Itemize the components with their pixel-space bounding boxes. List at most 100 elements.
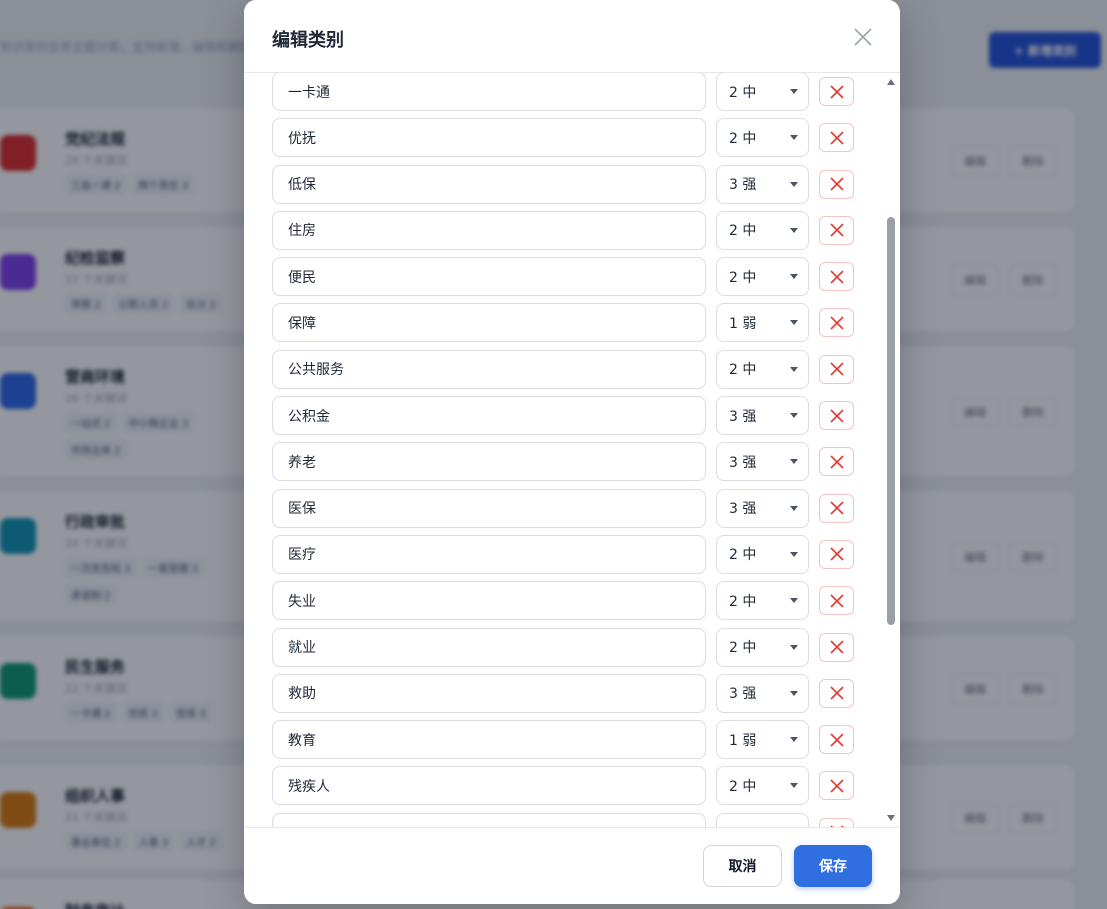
keyword-name-input[interactable] [272, 118, 706, 158]
close-x-icon [829, 362, 844, 376]
chevron-down-icon [790, 551, 798, 557]
weight-level-select[interactable]: 3 强 [716, 488, 809, 528]
keyword-name-input[interactable] [272, 673, 706, 713]
keyword-row: 2 中 [272, 581, 862, 627]
keyword-row: 1 弱 [272, 303, 862, 349]
weight-level-value: 3 强 [729, 177, 757, 194]
scroll-up-arrow-icon[interactable] [887, 79, 895, 85]
keyword-name-input[interactable] [272, 210, 706, 250]
weight-level-value: 2 中 [729, 130, 757, 147]
cancel-button[interactable]: 取消 [703, 845, 782, 887]
delete-keyword-button[interactable] [819, 447, 854, 477]
chevron-down-icon [790, 783, 798, 789]
close-x-icon [829, 223, 844, 237]
weight-level-select[interactable]: 3 强 [716, 673, 809, 713]
weight-level-select[interactable]: 2 中 [716, 766, 809, 806]
chevron-down-icon [790, 598, 798, 604]
delete-keyword-button[interactable] [819, 354, 854, 384]
keyword-name-input[interactable] [272, 164, 706, 204]
keyword-name-input[interactable] [272, 627, 706, 667]
delete-keyword-button[interactable] [819, 771, 854, 801]
keyword-name-input[interactable] [272, 534, 706, 574]
delete-keyword-button[interactable] [819, 262, 854, 292]
keyword-row: 2 中 [272, 766, 862, 812]
delete-keyword-button[interactable] [819, 493, 854, 523]
scroll-down-arrow-icon[interactable] [887, 815, 895, 821]
keyword-name-input[interactable] [272, 581, 706, 621]
weight-level-select[interactable]: 2 中 [716, 257, 809, 297]
weight-level-value: 1 弱 [729, 732, 757, 749]
weight-level-value: 3 强 [729, 686, 757, 703]
keyword-row: 2 中 [272, 349, 862, 396]
weight-level-select[interactable]: 2 中 [716, 581, 809, 621]
keyword-name-input[interactable] [272, 442, 706, 482]
delete-keyword-button[interactable] [819, 632, 854, 662]
keyword-name-input[interactable] [272, 766, 706, 806]
delete-keyword-button[interactable] [819, 169, 854, 199]
weight-level-select[interactable]: 2 中 [716, 210, 809, 250]
keyword-row: 3 强 [272, 396, 862, 442]
close-x-icon [829, 409, 844, 423]
save-button[interactable]: 保存 [794, 845, 872, 887]
delete-keyword-button[interactable] [819, 77, 854, 106]
weight-level-select[interactable]: 1 弱 [716, 720, 809, 760]
delete-keyword-button[interactable] [819, 678, 854, 708]
weight-level-select[interactable]: 3 强 [716, 396, 809, 436]
delete-keyword-button[interactable] [819, 308, 854, 338]
weight-level-select[interactable]: 3 强 [716, 164, 809, 204]
keyword-rows: 2 中 2 中 3 强 2 中 2 中 1 弱 2 中 3 强 3 强 3 强 2 中 2 中 2 中 3… [272, 73, 862, 827]
weight-level-select[interactable] [716, 812, 809, 827]
delete-keyword-button[interactable] [819, 401, 854, 431]
weight-level-select[interactable]: 1 弱 [716, 303, 809, 343]
weight-level-select[interactable]: 2 中 [716, 349, 809, 389]
keyword-row: 2 中 [272, 627, 862, 674]
keyword-name-input[interactable] [272, 396, 706, 436]
close-x-icon [829, 455, 844, 469]
keyword-name-input[interactable] [272, 812, 706, 827]
weight-level-select[interactable]: 2 中 [716, 73, 809, 111]
edit-category-modal: 编辑类别 2 中2 中3 强2 中2 中1 弱2 中3 强3 强3 强2 中2 … [244, 0, 900, 904]
weight-level-value: 1 弱 [729, 315, 757, 332]
delete-keyword-button[interactable] [819, 725, 854, 755]
keyword-row: 3 强 [272, 673, 862, 720]
close-x-icon [829, 177, 844, 191]
close-x-icon [829, 547, 844, 562]
keyword-row: 1 弱 [272, 720, 862, 766]
weight-level-select[interactable]: 2 中 [716, 627, 809, 667]
keyword-name-input[interactable] [272, 720, 706, 760]
close-x-icon [829, 686, 844, 700]
close-x-icon [829, 733, 844, 747]
weight-level-value: 3 强 [729, 501, 757, 518]
chevron-down-icon [790, 413, 798, 419]
keyword-name-input[interactable] [272, 488, 706, 528]
modal-title: 编辑类别 [272, 30, 344, 51]
close-x-icon [829, 640, 844, 654]
keyword-name-input[interactable] [272, 303, 706, 343]
scrollbar[interactable] [886, 77, 896, 823]
chevron-down-icon [790, 274, 798, 280]
chevron-down-icon [790, 89, 798, 94]
weight-level-value: 2 中 [729, 547, 757, 564]
close-icon[interactable] [852, 26, 874, 48]
delete-keyword-button[interactable] [819, 817, 854, 827]
delete-keyword-button[interactable] [819, 123, 854, 153]
scrollbar-thumb[interactable] [887, 217, 895, 625]
keyword-name-input[interactable] [272, 257, 706, 297]
chevron-down-icon [790, 227, 798, 233]
keyword-row: 2 中 [272, 118, 862, 164]
keyword-name-input[interactable] [272, 349, 706, 389]
weight-level-value: 2 中 [729, 269, 757, 286]
weight-level-select[interactable]: 2 中 [716, 534, 809, 574]
keyword-name-input[interactable] [272, 73, 706, 111]
keyword-row [272, 812, 862, 827]
delete-keyword-button[interactable] [819, 539, 854, 569]
close-x-icon [829, 316, 844, 330]
keyword-row: 2 中 [272, 73, 862, 118]
delete-keyword-button[interactable] [819, 215, 854, 245]
weight-level-select[interactable]: 2 中 [716, 118, 809, 158]
close-x-icon [829, 84, 844, 99]
close-x-icon [829, 501, 844, 515]
weight-level-value: 2 中 [729, 84, 757, 101]
weight-level-select[interactable]: 3 强 [716, 442, 809, 482]
delete-keyword-button[interactable] [819, 586, 854, 616]
